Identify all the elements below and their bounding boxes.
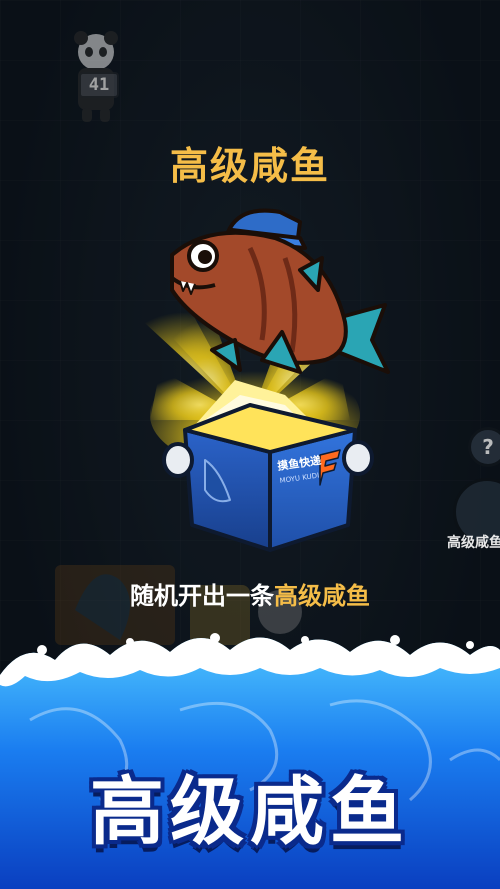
banner-title: 高级咸鱼 xyxy=(90,769,410,855)
